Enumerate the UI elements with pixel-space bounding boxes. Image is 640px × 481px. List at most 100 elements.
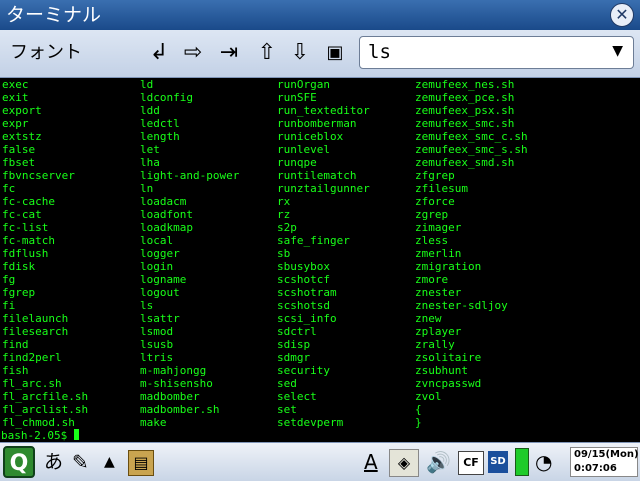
output-line: zimager (415, 221, 462, 234)
output-line: fi (2, 299, 16, 312)
output-line: m-mahjongg (140, 364, 207, 377)
output-line: expr (2, 117, 29, 130)
tab-right-icon[interactable]: ⇨ (180, 39, 206, 67)
output-line: s2p (277, 221, 297, 234)
output-column-4: zemufeex_nes.sh zemufeex_pce.sh zemufeex_p… (415, 78, 528, 429)
arrow-up-icon[interactable]: ⇧ (254, 39, 280, 67)
clock-date: 09/15(Mon) (574, 449, 639, 460)
shell-prompt[interactable]: bash-2.05$ (1, 429, 79, 442)
output-line: sdisp (277, 338, 311, 351)
output-line: zmore (415, 273, 449, 286)
close-icon[interactable]: ✕ (610, 3, 634, 27)
output-line: madbomber (140, 390, 200, 403)
output-line: fbset (2, 156, 36, 169)
output-line: sdctrl (277, 325, 317, 338)
output-line: scshotram (277, 286, 337, 299)
output-line: exec (2, 78, 29, 91)
command-select[interactable]: ls ▼ (359, 36, 634, 69)
output-line: runqpe (277, 156, 317, 169)
output-line: scshotcf (277, 273, 330, 286)
sd-card-icon[interactable]: SD (488, 451, 508, 473)
output-line: fish (2, 364, 29, 377)
output-line: zemufeex_smc_c.sh (415, 130, 528, 143)
output-line: zfilesum (415, 182, 468, 195)
output-line: fl_arcfile.sh (2, 390, 89, 403)
output-line: set (277, 403, 297, 416)
output-line: safe_finger (277, 234, 350, 247)
output-line: export (2, 104, 42, 117)
output-line: ln (140, 182, 154, 195)
pen-icon[interactable]: ✎ (72, 448, 89, 476)
output-line: zvol (415, 390, 442, 403)
output-line: fgrep (2, 286, 36, 299)
paste-icon[interactable]: ▣ (322, 39, 348, 67)
output-line: zfgrep (415, 169, 455, 182)
output-line: logname (140, 273, 187, 286)
output-column-2: ld ldconfig ldd ledctl length let lha light-and… (140, 78, 239, 429)
output-line: runOrgan (277, 78, 330, 91)
volume-icon[interactable]: 🔊 (426, 448, 451, 476)
mouse-icon[interactable]: ◔ (535, 448, 552, 476)
output-line: logger (140, 247, 180, 260)
output-line: select (277, 390, 317, 403)
output-line: zless (415, 234, 449, 247)
output-line: rx (277, 195, 291, 208)
output-line: fc (2, 182, 16, 195)
output-column-1: exec exit export expr extstz false fbset fbvncs… (2, 78, 88, 429)
document-icon[interactable]: ▤ (128, 450, 154, 476)
output-line: znester-sdljoy (415, 299, 508, 312)
output-line: zplayer (415, 325, 462, 338)
tab-end-icon[interactable]: ⇥ (216, 39, 242, 67)
output-line: security (277, 364, 330, 377)
output-line: loadkmap (140, 221, 193, 234)
up-triangle-icon[interactable]: ▲ (104, 448, 115, 476)
output-line: fdisk (2, 260, 36, 273)
terminal-output[interactable]: exec exit export expr extstz false fbset fbvncs… (0, 78, 640, 442)
launcher-button[interactable]: Q (3, 446, 35, 478)
font-menu-button[interactable]: フォント (10, 38, 82, 64)
output-line: zmigration (415, 260, 482, 273)
output-line: sed (277, 377, 297, 390)
network-icon[interactable]: ◈ (389, 449, 419, 477)
output-line: filesearch (2, 325, 69, 338)
output-line: ldconfig (140, 91, 193, 104)
output-line: logout (140, 286, 180, 299)
output-line: zsubhunt (415, 364, 468, 377)
output-line: sdmgr (277, 351, 311, 364)
text-input-icon[interactable]: A (364, 448, 378, 476)
output-line: run_texteditor (277, 104, 370, 117)
return-icon[interactable]: ↲ (146, 39, 172, 67)
output-line: sb (277, 247, 291, 260)
output-line: fl_chmod.sh (2, 416, 75, 429)
output-line: ltris (140, 351, 174, 364)
output-line: let (140, 143, 160, 156)
clock[interactable]: 09/15(Mon) 0:07:06 (570, 447, 639, 477)
output-line: zsolitaire (415, 351, 482, 364)
output-line: } (415, 416, 422, 429)
cf-card-icon[interactable]: CF (458, 451, 484, 475)
output-line: fl_arclist.sh (2, 403, 89, 416)
output-line: runlevel (277, 143, 330, 156)
output-line: runztailgunner (277, 182, 370, 195)
output-line: ld (140, 78, 154, 91)
output-line: exit (2, 91, 29, 104)
output-line: { (415, 403, 422, 416)
output-line: zemufeex_smc.sh (415, 117, 515, 130)
battery-icon[interactable] (515, 448, 529, 476)
toolbar: フォント ↲ ⇨ ⇥ ⇧ ⇩ ▣ ls ▼ (0, 30, 640, 78)
chevron-down-icon[interactable]: ▼ (612, 43, 623, 59)
output-line: runtilematch (277, 169, 357, 182)
window-title: ターミナル (6, 4, 102, 26)
output-line: znester (415, 286, 462, 299)
output-line: zemufeex_pce.sh (415, 91, 515, 104)
output-line: zemufeex_smc_s.sh (415, 143, 528, 156)
output-line: lsmod (140, 325, 174, 338)
command-select-value: ls (368, 41, 391, 63)
input-method-button[interactable]: あ (44, 448, 63, 476)
output-line: zemufeex_nes.sh (415, 78, 515, 91)
output-line: runiceblox (277, 130, 344, 143)
arrow-down-icon[interactable]: ⇩ (287, 39, 313, 67)
output-line: ldd (140, 104, 160, 117)
output-line: fbvncserver (2, 169, 75, 182)
output-line: make (140, 416, 167, 429)
